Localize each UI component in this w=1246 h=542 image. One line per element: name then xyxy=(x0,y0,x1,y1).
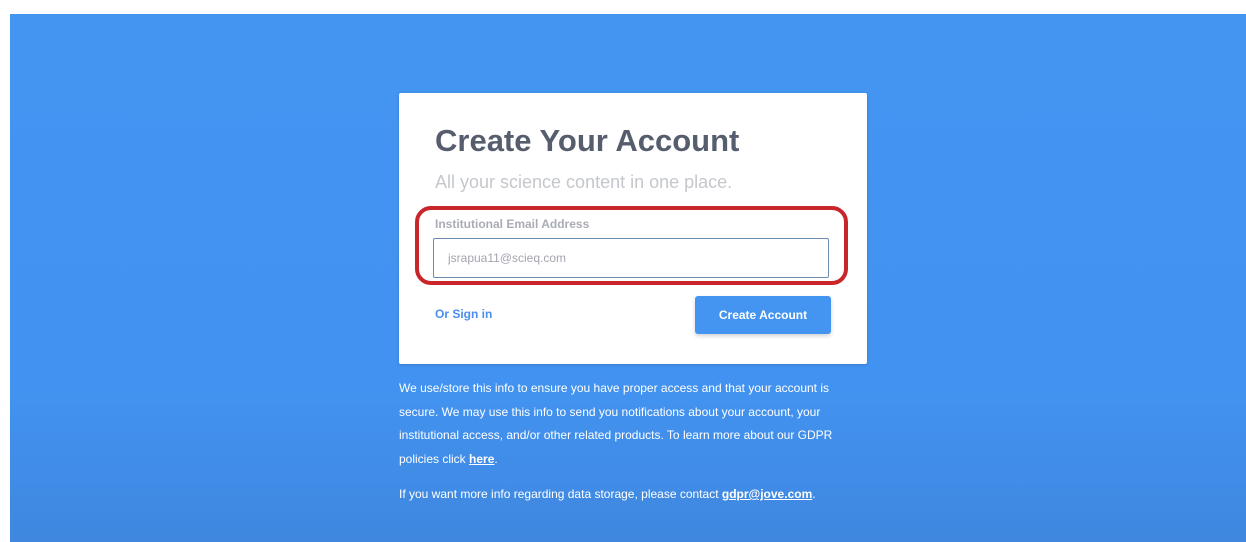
contact-paragraph: If you want more info regarding data sto… xyxy=(399,483,859,507)
email-field-label: Institutional Email Address xyxy=(435,217,590,231)
page-background: Create Your Account All your science con… xyxy=(10,14,1246,542)
privacy-paragraph: We use/store this info to ensure you hav… xyxy=(399,377,859,471)
page-title: Create Your Account xyxy=(435,123,740,158)
contact-email-link[interactable]: gdpr@jove.com xyxy=(722,487,812,501)
gdpr-policy-link[interactable]: here xyxy=(469,452,494,466)
privacy-info: We use/store this info to ensure you hav… xyxy=(399,377,859,519)
page-subtitle: All your science content in one place. xyxy=(435,172,733,192)
privacy-text: We use/store this info to ensure you hav… xyxy=(399,381,833,466)
sign-in-link[interactable]: Or Sign in xyxy=(435,307,492,321)
contact-text-end: . xyxy=(812,487,816,501)
signup-card: Create Your Account All your science con… xyxy=(399,93,867,364)
contact-text: If you want more info regarding data sto… xyxy=(399,487,722,501)
privacy-text-end: . xyxy=(494,451,498,466)
create-account-button[interactable]: Create Account xyxy=(695,296,831,334)
email-field[interactable] xyxy=(433,238,829,278)
